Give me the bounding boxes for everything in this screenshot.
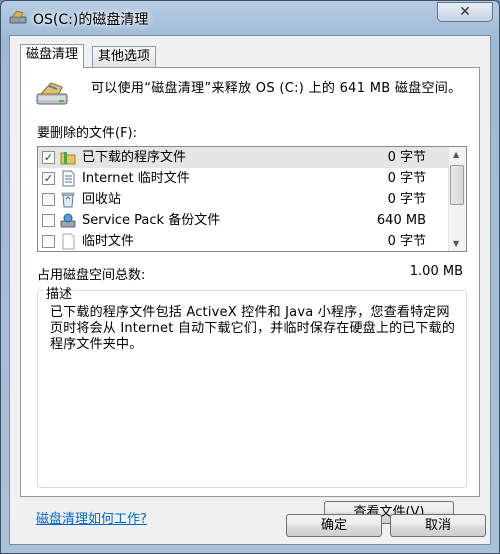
checkbox[interactable]: ✓ (42, 172, 55, 185)
file-name: 回收站 (82, 192, 122, 207)
close-button[interactable]: ✕ (437, 2, 493, 22)
checkbox[interactable] (42, 214, 55, 227)
setup-icon (60, 213, 76, 228)
checkbox[interactable] (42, 193, 55, 206)
description-group: 描述 已下载的程序文件包括 ActiveX 控件和 Java 小程序，您查看特定… (37, 283, 467, 524)
list-item[interactable]: ✓ Internet 临时文件 0 字节 (38, 168, 466, 189)
file-size: 0 字节 (387, 234, 426, 249)
close-icon: ✕ (459, 4, 471, 20)
window-title: OS(C:)的磁盘清理 (33, 12, 149, 28)
file-size: 0 字节 (387, 171, 426, 186)
files-list[interactable]: ✓ 已下载的程序文件 0 字节 ✓ Internet 临时文件 0 字节 回收站… (37, 146, 467, 252)
tab-disk-cleanup[interactable]: 磁盘清理 (20, 44, 85, 68)
disk-cleanup-icon (9, 10, 27, 24)
files-to-delete-label: 要删除的文件(F): (37, 126, 138, 141)
file-name: Service Pack 备份文件 (82, 213, 221, 228)
tab-panel: 可以使用“磁盘清理”来释放 OS (C:) 上的 641 MB 磁盘空间。 要删… (20, 67, 480, 524)
total-space-value: 1.00 MB (409, 264, 463, 279)
intro-text: 可以使用“磁盘清理”来释放 OS (C:) 上的 641 MB 磁盘空间。 (91, 81, 462, 96)
cancel-button[interactable]: 取消 (390, 514, 486, 537)
file-name: 临时文件 (82, 234, 135, 249)
list-item[interactable]: ✓ 已下载的程序文件 0 字节 (38, 147, 466, 168)
scroll-thumb[interactable] (450, 165, 464, 205)
disk-cleanup-window: OS(C:)的磁盘清理 ✕ 磁盘清理 其他选项 可以使用“磁盘清理”来释放 OS… (0, 0, 500, 554)
total-space-label: 占用磁盘空间总数: (37, 268, 146, 283)
list-item[interactable]: 临时文件 0 字节 (38, 231, 466, 251)
drive-icon (36, 82, 68, 105)
file-name: Internet 临时文件 (82, 171, 190, 186)
list-item[interactable]: Service Pack 备份文件 640 MB (38, 210, 466, 231)
description-text: 已下载的程序文件包括 ActiveX 控件和 Java 小程序，您查看特定网页时… (50, 305, 456, 352)
tab-more-options[interactable]: 其他选项 (92, 46, 157, 68)
ok-button[interactable]: 确定 (286, 514, 382, 537)
file-size: 0 字节 (387, 150, 426, 165)
folder-icon (60, 152, 76, 165)
scroll-down-icon[interactable]: ▼ (453, 239, 459, 248)
list-item[interactable]: 回收站 0 字节 (38, 189, 466, 210)
file-name: 已下载的程序文件 (82, 150, 187, 165)
blank-file-icon (62, 233, 75, 250)
checkbox[interactable] (42, 235, 55, 248)
file-size: 640 MB (376, 213, 426, 228)
title-bar[interactable]: OS(C:)的磁盘清理 ✕ (1, 1, 499, 35)
file-size: 0 字节 (387, 192, 426, 207)
document-icon (62, 170, 75, 187)
vertical-scrollbar[interactable]: ▲ ▼ (448, 147, 466, 251)
scroll-up-icon[interactable]: ▲ (453, 150, 459, 159)
checkbox[interactable]: ✓ (42, 151, 55, 164)
help-link[interactable]: 磁盘清理如何工作? (36, 508, 147, 527)
dialog-client: 磁盘清理 其他选项 可以使用“磁盘清理”来释放 OS (C:) 上的 641 M… (9, 35, 491, 545)
recycle-bin-icon (61, 192, 75, 208)
description-title: 描述 (44, 283, 75, 302)
